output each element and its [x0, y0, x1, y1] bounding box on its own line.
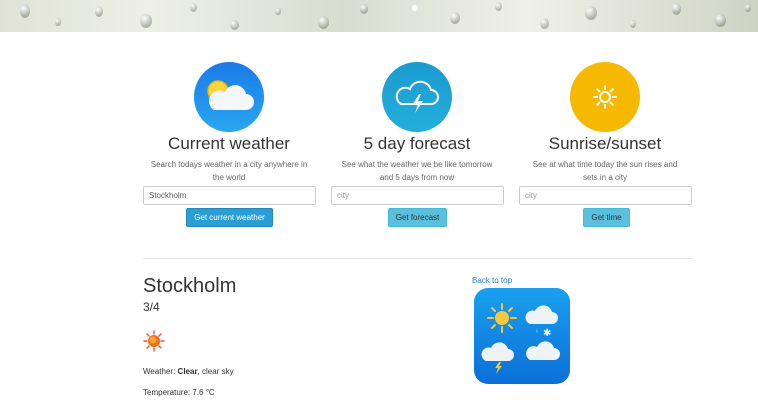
- forecast-city-input[interactable]: [331, 186, 504, 205]
- get-current-weather-button[interactable]: Get current weather: [186, 208, 273, 227]
- header-banner: [0, 0, 758, 32]
- storm-cloud-icon: [382, 62, 452, 132]
- feature-forecast: 5 day forecast See what the weather we b…: [327, 62, 507, 184]
- result-city: Stockholm: [143, 275, 237, 297]
- back-to-top-link[interactable]: Back to top: [472, 276, 512, 285]
- svg-text:✱: ✱: [543, 328, 551, 339]
- weather-main: Clear: [177, 367, 198, 376]
- temperature: Temperature: 7.6 °C: [143, 388, 215, 397]
- feature-sunrise-sunset: Sunrise/sunset See at what time today th…: [515, 62, 695, 184]
- feature-title: 5 day forecast: [363, 134, 471, 153]
- section-divider: [143, 258, 692, 259]
- sun-icon: [570, 62, 640, 132]
- feature-description: Search todays weather in a city anywhere…: [150, 160, 308, 182]
- result-date: 3/4: [143, 300, 160, 314]
- cloud-sun-icon: [194, 62, 264, 132]
- carousel-indicator[interactable]: [412, 5, 418, 11]
- feature-current-weather: Current weather Search todays weather in…: [139, 62, 319, 184]
- weather-description: Weather: Clear, clear sky: [143, 367, 234, 376]
- feature-description: See what the weather we be like tomorrow…: [341, 160, 493, 182]
- get-forecast-button[interactable]: Get forecast: [388, 208, 447, 227]
- feature-description: See at what time today the sun rises and…: [532, 160, 678, 182]
- sun-icon: [143, 330, 165, 352]
- sunrise-city-input[interactable]: [519, 186, 692, 205]
- weather-app-icon: ✱: [474, 288, 570, 384]
- feature-title: Sunrise/sunset: [548, 134, 662, 153]
- get-time-button[interactable]: Get time: [583, 208, 630, 227]
- feature-title: Current weather: [168, 134, 290, 153]
- current-weather-city-input[interactable]: [143, 186, 316, 205]
